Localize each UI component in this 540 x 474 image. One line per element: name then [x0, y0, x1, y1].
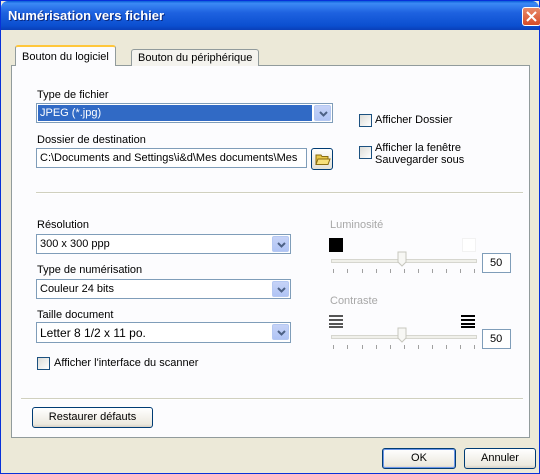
show-scanner-interface-checkbox[interactable]	[37, 357, 50, 370]
show-scanner-interface-label: Afficher l'interface du scanner	[54, 357, 199, 369]
contrast-slider-thumb[interactable]	[397, 327, 407, 343]
separator	[21, 398, 523, 400]
folder-open-icon	[315, 154, 331, 165]
dropdown-button[interactable]	[272, 236, 289, 252]
browse-folder-button[interactable]	[311, 148, 333, 170]
destination-path-input[interactable]: C:\Documents and Settings\i&d\Mes docume…	[36, 148, 307, 168]
dialog-window: Numérisation vers fichier Bouton du logi…	[0, 0, 540, 474]
brightness-ticks	[331, 269, 477, 273]
brightness-value-box[interactable]: 50	[482, 253, 511, 273]
document-size-value: Letter 8 1/2 x 11 po.	[40, 326, 146, 340]
high-contrast-icon	[461, 315, 475, 328]
cancel-button[interactable]: Annuler	[464, 448, 536, 469]
file-type-value: JPEG (*.jpg)	[38, 105, 312, 121]
low-contrast-icon	[329, 315, 343, 328]
resolution-select[interactable]: 300 x 300 ppp	[36, 234, 291, 254]
light-square-icon	[462, 238, 476, 252]
save-as-window-checkbox[interactable]	[359, 146, 372, 159]
dropdown-button[interactable]	[272, 324, 289, 340]
ok-button[interactable]: OK	[382, 448, 456, 469]
show-folder-label: Afficher Dossier	[375, 114, 453, 126]
scan-type-label: Type de numérisation	[37, 264, 143, 276]
chevron-down-icon	[277, 287, 286, 293]
title-bar[interactable]: Numérisation vers fichier	[1, 1, 539, 30]
separator	[36, 192, 523, 194]
dark-square-icon	[329, 238, 343, 252]
show-folder-checkbox[interactable]	[359, 114, 372, 127]
tab-software-button[interactable]: Bouton du logiciel	[15, 45, 116, 66]
contrast-value: 50	[490, 333, 503, 345]
window-title: Numérisation vers fichier	[8, 8, 165, 23]
tab-label: Bouton du logiciel	[22, 51, 109, 63]
contrast-label: Contraste	[330, 295, 378, 307]
restore-defaults-button[interactable]: Restaurer défauts	[32, 407, 153, 428]
chevron-down-icon	[277, 330, 286, 336]
chevron-down-icon	[319, 111, 328, 117]
contrast-ticks	[331, 345, 477, 349]
scan-type-value: Couleur 24 bits	[40, 283, 114, 295]
brightness-value: 50	[490, 257, 503, 269]
resolution-label: Résolution	[37, 219, 89, 231]
dropdown-button[interactable]	[314, 105, 331, 121]
chevron-down-icon	[277, 242, 286, 248]
destination-label: Dossier de destination	[37, 134, 146, 146]
brightness-label: Luminosité	[330, 219, 384, 231]
dropdown-button[interactable]	[272, 281, 289, 297]
file-type-label: Type de fichier	[37, 89, 109, 101]
tab-label: Bouton du périphérique	[138, 52, 253, 64]
destination-path-value: C:\Documents and Settings\i&d\Mes docume…	[40, 152, 298, 164]
document-size-select[interactable]: Letter 8 1/2 x 11 po.	[36, 322, 291, 343]
save-as-label-line1: Afficher la fenêtre	[375, 142, 462, 154]
file-type-select[interactable]: JPEG (*.jpg)	[36, 103, 333, 123]
save-as-label-line2: Sauvegarder sous	[375, 154, 465, 166]
scan-type-select[interactable]: Couleur 24 bits	[36, 279, 291, 299]
close-icon	[526, 11, 537, 22]
document-size-label: Taille document	[37, 309, 114, 321]
contrast-value-box[interactable]: 50	[482, 329, 511, 349]
close-button[interactable]	[522, 7, 540, 26]
tab-device-button[interactable]: Bouton du périphérique	[131, 49, 260, 66]
resolution-value: 300 x 300 ppp	[40, 238, 110, 250]
brightness-slider-thumb[interactable]	[397, 251, 407, 267]
